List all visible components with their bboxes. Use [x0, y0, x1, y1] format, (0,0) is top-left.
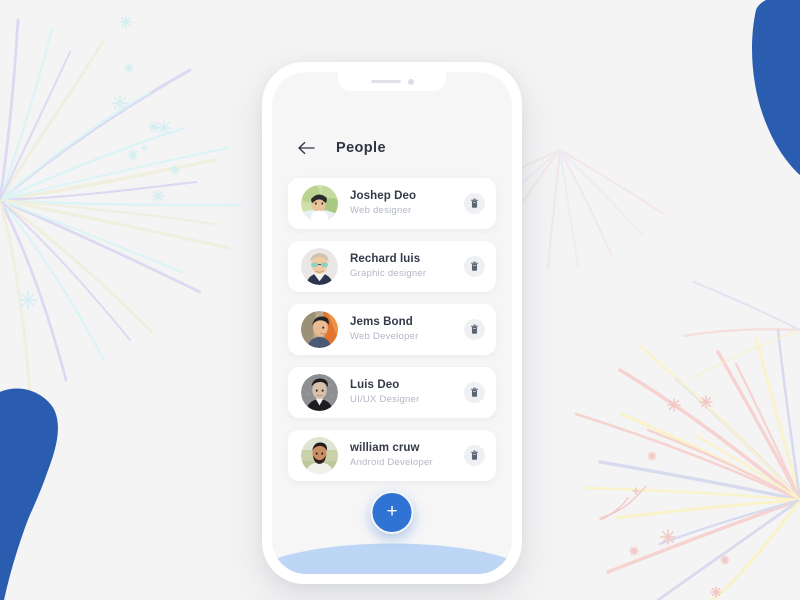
list-item-text: william cruw Android Developer: [350, 441, 464, 469]
page-title: People: [336, 140, 386, 156]
avatar: [301, 248, 338, 285]
firework-burst-left: [0, 15, 242, 394]
list-item[interactable]: Jems Bond Web Developer: [288, 304, 496, 355]
list-item-text: Rechard luis Graphic designer: [350, 252, 464, 280]
speaker-grill-icon: [370, 79, 401, 84]
plus-icon: +: [386, 501, 398, 522]
person-role: Web designer: [350, 204, 412, 216]
list-item-text: Luis Deo UI/UX Designer: [350, 378, 464, 406]
blue-blob-top-right: [752, 0, 800, 175]
trash-icon: [470, 198, 479, 208]
avatar: [301, 311, 338, 348]
trash-icon: [470, 387, 479, 397]
back-button[interactable]: [296, 137, 318, 159]
person-name: Joshep Deo: [350, 190, 417, 203]
list-item-text: Joshep Deo Web designer: [350, 189, 464, 217]
arrow-left-icon: [298, 141, 315, 155]
person-name: Rechard luis: [350, 253, 421, 266]
avatar: [301, 437, 338, 474]
trash-icon: [470, 324, 479, 334]
person-role: Android Developer: [350, 456, 433, 468]
phone-mockup: People Joshep Deo Web designer Rechard l…: [262, 62, 522, 584]
list-item[interactable]: Luis Deo UI/UX Designer: [288, 367, 496, 418]
list-item[interactable]: Joshep Deo Web designer: [288, 178, 496, 229]
trash-icon: [470, 450, 479, 460]
delete-button[interactable]: [464, 382, 485, 403]
delete-button[interactable]: [464, 193, 485, 214]
person-role: Graphic designer: [350, 267, 427, 279]
person-name: Jems Bond: [350, 316, 413, 329]
list-item[interactable]: william cruw Android Developer: [288, 430, 496, 481]
trash-icon: [470, 261, 479, 271]
phone-screen: People Joshep Deo Web designer Rechard l…: [272, 72, 512, 574]
avatar: [301, 374, 338, 411]
delete-button[interactable]: [464, 445, 485, 466]
list-item[interactable]: Rechard luis Graphic designer: [288, 241, 496, 292]
people-list: Joshep Deo Web designer Rechard luis Gra…: [272, 178, 512, 493]
delete-button[interactable]: [464, 319, 485, 340]
front-camera-icon: [407, 78, 414, 85]
firework-burst-right-upper: [682, 280, 800, 380]
screenshot-canvas: People Joshep Deo Web designer Rechard l…: [0, 0, 800, 600]
firework-burst-right: [574, 328, 800, 600]
list-item-text: Jems Bond Web Developer: [350, 315, 464, 343]
blue-blob-bottom-left: [0, 388, 58, 600]
person-role: UI/UX Designer: [350, 393, 420, 405]
avatar: [301, 185, 338, 222]
delete-button[interactable]: [464, 256, 485, 277]
person-name: Luis Deo: [350, 379, 400, 392]
add-person-fab[interactable]: +: [370, 491, 414, 534]
app-bar: People: [272, 128, 512, 168]
person-name: william cruw: [350, 442, 420, 455]
phone-notch: [338, 72, 446, 91]
person-role: Web Developer: [350, 330, 419, 342]
